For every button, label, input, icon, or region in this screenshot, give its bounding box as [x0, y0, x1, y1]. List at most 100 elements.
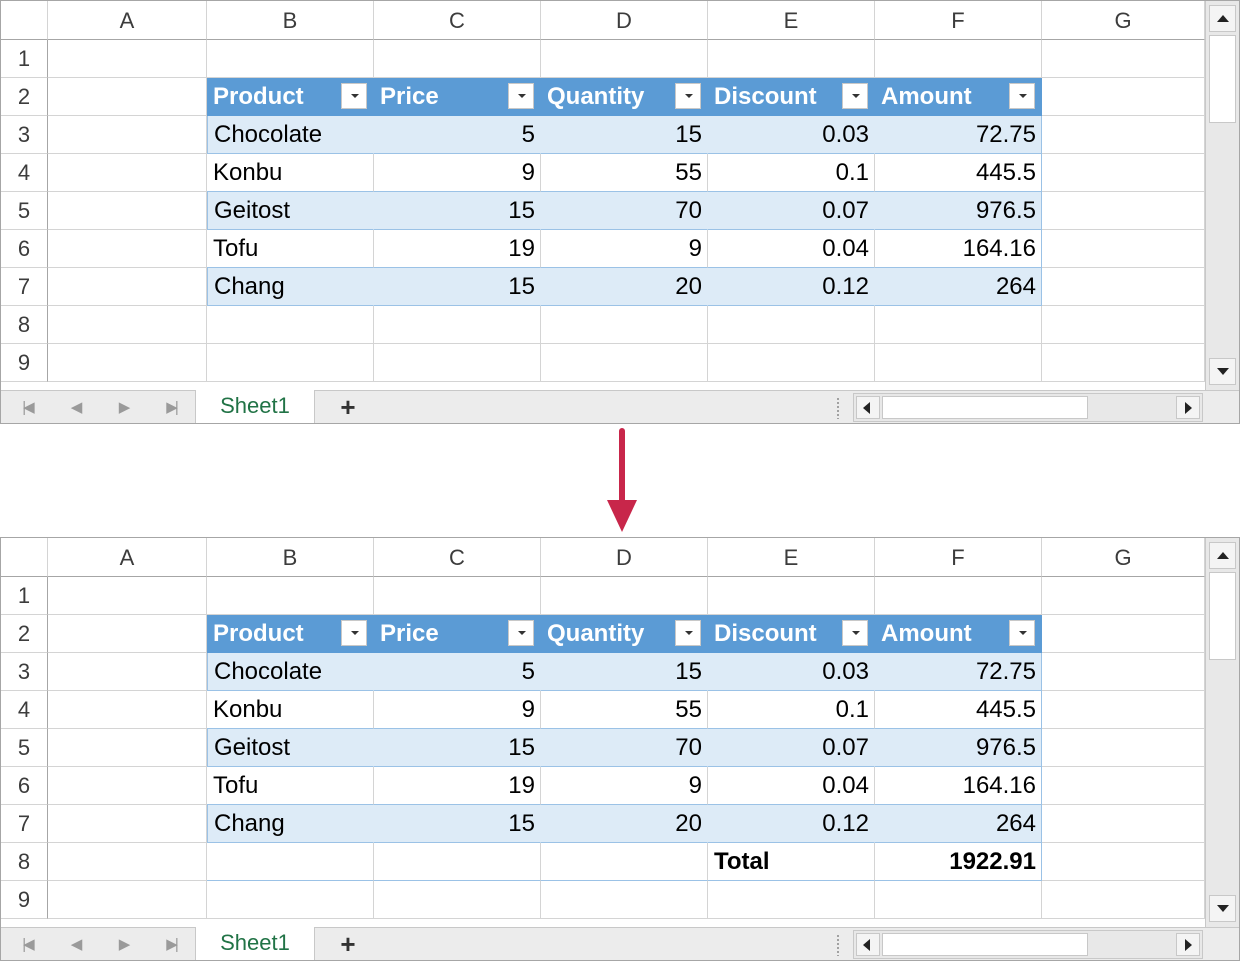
table-cell[interactable]: 976.5 — [875, 729, 1042, 767]
cell[interactable] — [541, 40, 708, 78]
column-header-e[interactable]: E — [708, 1, 875, 40]
filter-dropdown-icon[interactable] — [675, 620, 701, 646]
table-cell[interactable]: 20 — [541, 805, 708, 843]
row-header-9[interactable]: 9 — [1, 881, 48, 919]
table-header-price[interactable]: Price — [374, 615, 541, 653]
cell[interactable] — [48, 729, 207, 767]
cell[interactable] — [1042, 881, 1205, 919]
cell[interactable] — [374, 881, 541, 919]
table-cell[interactable]: 5 — [374, 116, 541, 154]
column-header-g[interactable]: G — [1042, 538, 1205, 577]
column-header-c[interactable]: C — [374, 538, 541, 577]
cell[interactable] — [48, 691, 207, 729]
cell[interactable] — [48, 40, 207, 78]
total-value[interactable]: 1922.91 — [875, 843, 1042, 881]
table-cell[interactable]: Tofu — [207, 230, 374, 268]
table-cell[interactable]: 0.04 — [708, 230, 875, 268]
scroll-right-icon[interactable] — [1176, 396, 1200, 419]
row-header-4[interactable]: 4 — [1, 691, 48, 729]
table-header-quantity[interactable]: Quantity — [541, 78, 708, 116]
cell[interactable] — [48, 577, 207, 615]
column-header-c[interactable]: C — [374, 1, 541, 40]
cell[interactable] — [48, 615, 207, 653]
cell[interactable] — [48, 268, 207, 306]
column-header-a[interactable]: A — [48, 1, 207, 40]
cell[interactable] — [207, 577, 374, 615]
row-header-4[interactable]: 4 — [1, 154, 48, 192]
cell[interactable] — [1042, 230, 1205, 268]
filter-dropdown-icon[interactable] — [508, 620, 534, 646]
scroll-down-icon[interactable] — [1209, 358, 1236, 385]
table-header-discount[interactable]: Discount — [708, 615, 875, 653]
horizontal-scroll-thumb[interactable] — [882, 933, 1088, 956]
cell[interactable] — [541, 306, 708, 344]
row-header-9[interactable]: 9 — [1, 344, 48, 382]
cell[interactable] — [1042, 116, 1205, 154]
cell[interactable] — [875, 881, 1042, 919]
prev-sheet-icon[interactable]: ◀ — [63, 397, 87, 419]
table-header-quantity[interactable]: Quantity — [541, 615, 708, 653]
cell[interactable] — [374, 306, 541, 344]
cell[interactable] — [541, 344, 708, 382]
cell[interactable] — [48, 843, 207, 881]
total-cell[interactable] — [207, 843, 374, 881]
table-cell[interactable]: 0.07 — [708, 192, 875, 230]
column-header-f[interactable]: F — [875, 538, 1042, 577]
table-cell[interactable]: 9 — [374, 691, 541, 729]
row-header-8[interactable]: 8 — [1, 843, 48, 881]
first-sheet-icon[interactable]: |◀ — [15, 397, 39, 419]
row-header-2[interactable]: 2 — [1, 78, 48, 116]
table-cell[interactable]: 0.1 — [708, 154, 875, 192]
last-sheet-icon[interactable]: ▶| — [159, 934, 183, 956]
table-cell[interactable]: 0.07 — [708, 729, 875, 767]
table-cell[interactable]: 19 — [374, 230, 541, 268]
table-cell[interactable]: Tofu — [207, 767, 374, 805]
filter-dropdown-icon[interactable] — [341, 620, 367, 646]
filter-dropdown-icon[interactable] — [1009, 83, 1035, 109]
scroll-left-icon[interactable] — [856, 396, 880, 419]
cell[interactable] — [48, 805, 207, 843]
filter-dropdown-icon[interactable] — [1009, 620, 1035, 646]
table-cell[interactable]: 264 — [875, 268, 1042, 306]
column-header-g[interactable]: G — [1042, 1, 1205, 40]
cell[interactable] — [207, 881, 374, 919]
table-cell[interactable]: 15 — [374, 268, 541, 306]
scroll-up-icon[interactable] — [1209, 542, 1236, 569]
cell[interactable] — [1042, 78, 1205, 116]
table-cell[interactable]: Geitost — [207, 192, 374, 230]
cell[interactable] — [48, 78, 207, 116]
table-cell[interactable]: 15 — [374, 192, 541, 230]
table-cell[interactable]: Geitost — [207, 729, 374, 767]
row-header-5[interactable]: 5 — [1, 192, 48, 230]
cell[interactable] — [48, 306, 207, 344]
cell[interactable] — [1042, 729, 1205, 767]
select-all-corner[interactable] — [1, 1, 48, 40]
filter-dropdown-icon[interactable] — [341, 83, 367, 109]
cell[interactable] — [48, 767, 207, 805]
table-cell[interactable]: 0.03 — [708, 653, 875, 691]
cell[interactable] — [207, 306, 374, 344]
row-header-7[interactable]: 7 — [1, 805, 48, 843]
cell[interactable] — [708, 306, 875, 344]
vertical-scrollbar[interactable] — [1205, 538, 1239, 927]
row-header-1[interactable]: 1 — [1, 40, 48, 78]
table-cell[interactable]: 0.04 — [708, 767, 875, 805]
table-cell[interactable]: Chocolate — [207, 653, 374, 691]
table-cell[interactable]: 9 — [541, 230, 708, 268]
table-cell[interactable]: 0.12 — [708, 805, 875, 843]
total-cell[interactable] — [374, 843, 541, 881]
cell[interactable] — [708, 577, 875, 615]
row-header-1[interactable]: 1 — [1, 577, 48, 615]
table-cell[interactable]: 445.5 — [875, 154, 1042, 192]
cell[interactable] — [48, 653, 207, 691]
table-cell[interactable]: 70 — [541, 729, 708, 767]
cell[interactable] — [207, 344, 374, 382]
column-header-a[interactable]: A — [48, 538, 207, 577]
cell[interactable] — [1042, 154, 1205, 192]
cell[interactable] — [708, 881, 875, 919]
table-cell[interactable]: Chang — [207, 805, 374, 843]
column-header-f[interactable]: F — [875, 1, 1042, 40]
filter-dropdown-icon[interactable] — [842, 83, 868, 109]
cell[interactable] — [48, 116, 207, 154]
table-cell[interactable]: 55 — [541, 691, 708, 729]
